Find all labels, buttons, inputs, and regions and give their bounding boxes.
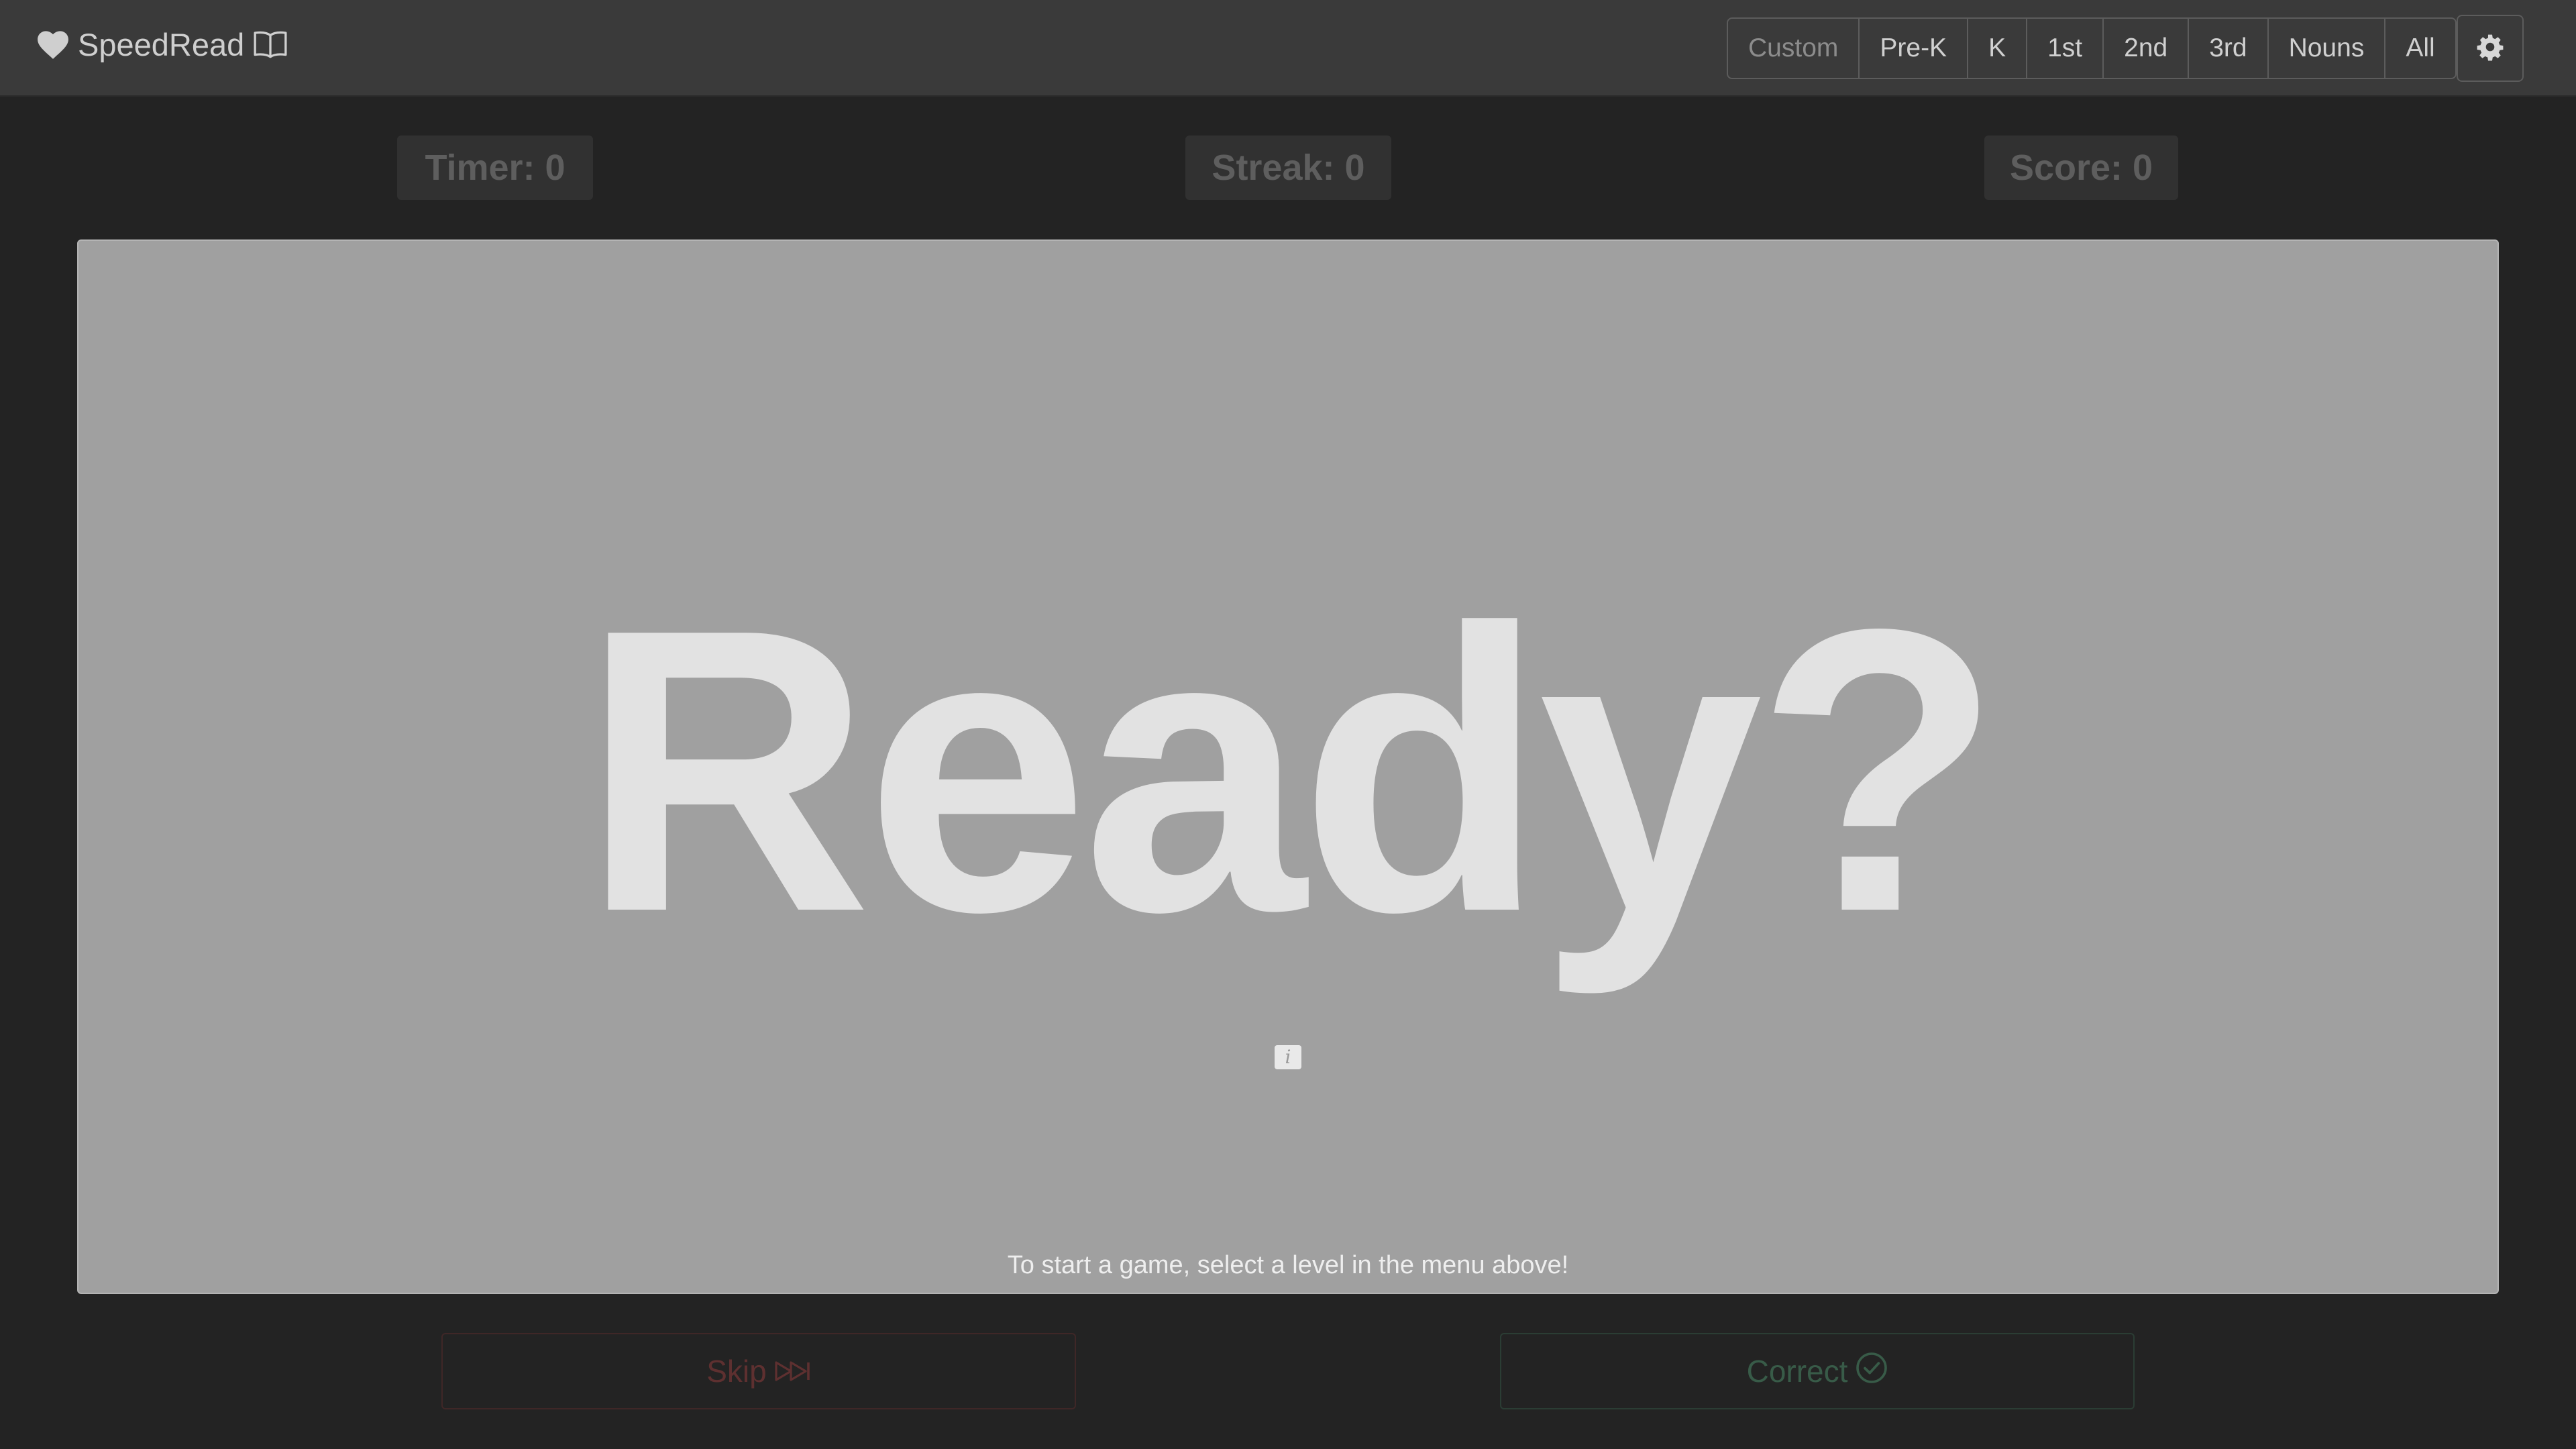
skip-button[interactable]: Skip	[441, 1333, 1076, 1409]
level-button-k[interactable]: K	[1968, 19, 2028, 78]
brand[interactable]: SpeedRead	[36, 20, 288, 68]
level-button-pre-k[interactable]: Pre-K	[1860, 19, 1969, 78]
gear-icon	[2476, 33, 2504, 64]
skip-label: Skip	[706, 1354, 767, 1389]
word-display: Ready?	[581, 546, 2001, 996]
level-selector: Custom Pre-K K 1st 2nd 3rd Nouns All	[1727, 17, 2457, 79]
navbar: SpeedRead Custom Pre-K K 1st 2nd 3rd Nou…	[0, 0, 2576, 97]
level-button-all[interactable]: All	[2385, 19, 2455, 78]
level-button-custom[interactable]: Custom	[1728, 19, 1860, 78]
level-button-2nd[interactable]: 2nd	[2104, 19, 2190, 78]
level-button-nouns[interactable]: Nouns	[2269, 19, 2386, 78]
heart-icon	[36, 29, 70, 60]
correct-button[interactable]: Correct	[1500, 1333, 2135, 1409]
level-button-1st[interactable]: 1st	[2027, 19, 2104, 78]
check-circle-icon	[1856, 1352, 1888, 1391]
level-button-3rd[interactable]: 3rd	[2189, 19, 2269, 78]
streak-display: Streak: 0	[1185, 136, 1391, 200]
app-title: SpeedRead	[78, 26, 245, 62]
word-card: Ready? To start a game, select a level i…	[77, 239, 2499, 1294]
book-open-icon	[252, 30, 288, 59]
info-icon[interactable]: i	[1275, 1045, 1301, 1069]
score-display: Score: 0	[1984, 136, 2178, 200]
start-hint: To start a game, select a level in the m…	[1007, 1251, 1569, 1279]
fast-forward-icon	[775, 1353, 811, 1389]
correct-label: Correct	[1746, 1354, 1848, 1389]
settings-button[interactable]	[2457, 15, 2524, 82]
timer-display: Timer: 0	[397, 136, 593, 200]
